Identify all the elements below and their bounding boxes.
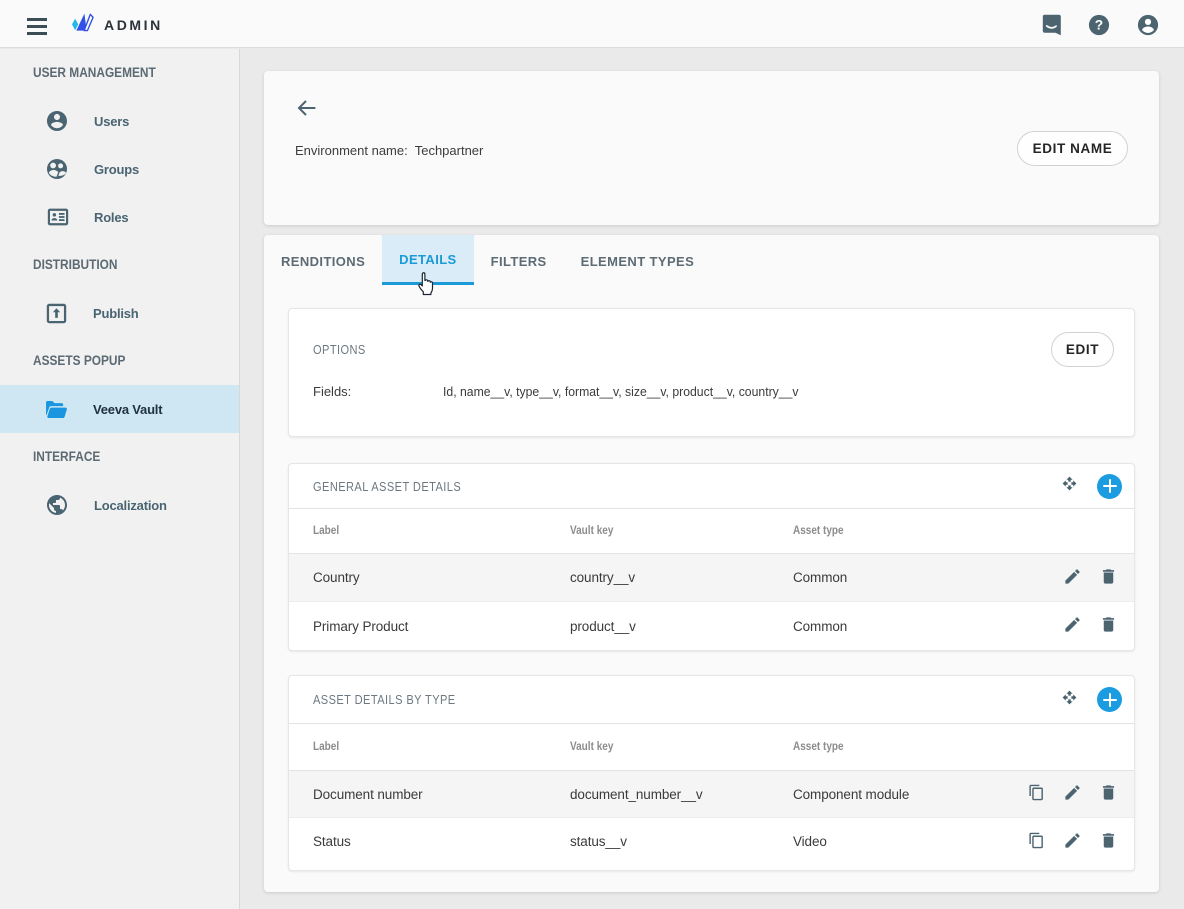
svg-text:?: ? <box>1095 18 1103 33</box>
